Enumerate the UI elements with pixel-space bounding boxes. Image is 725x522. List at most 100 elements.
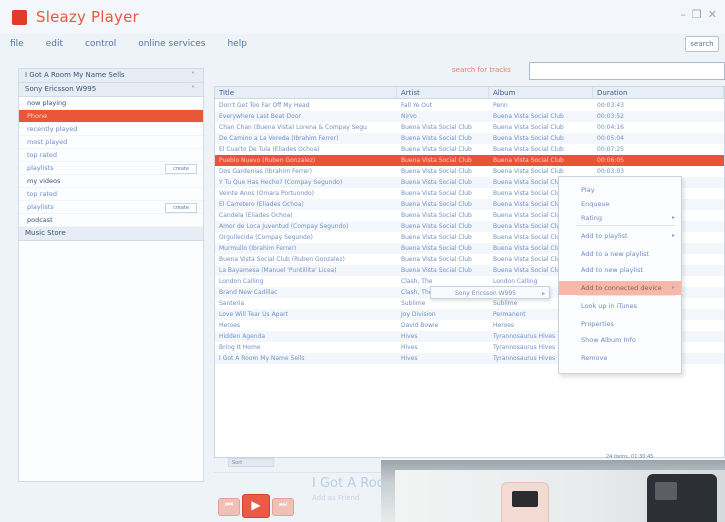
context-menu-item[interactable]: Add to a new playlist [559,247,681,261]
sidebar-section-header-device[interactable]: Sony Ericsson W995 ˄ [19,83,203,97]
sidebar-item[interactable]: top rated [19,188,203,201]
menu-online-services[interactable]: online services [138,39,205,49]
cell-artist: Buena Vista Social Club [401,146,472,153]
cell-title: Santeria [219,300,245,307]
cell-album: Buena Vista Social Club [493,113,564,120]
sidebar-item[interactable]: now playing [19,97,203,110]
context-menu-item[interactable]: Remove [559,351,681,365]
context-menu-item[interactable]: Show Album Info [559,333,681,347]
sidebar-section-header[interactable]: I Got A Room My Name Sells ˄ [19,69,203,83]
cell-duration: 00:07:25 [597,146,624,153]
close-icon[interactable]: ✕ [708,8,717,21]
cell-title: Hidden Agenda [219,333,266,340]
context-menu-item[interactable]: Properties [559,317,681,331]
now-playing-subtitle[interactable]: Add as Friend [312,494,359,502]
device-submenu-item[interactable]: Sony Ericsson W995 ▸ [430,286,550,299]
context-menu-item[interactable]: Add to playlist ▸ [559,229,681,243]
cell-title: El Cuarto De Tula (Eliades Ochoa) [219,146,320,153]
sidebar-item[interactable]: my videos [19,175,203,188]
table-row[interactable]: Pueblo Nuevo (Ruben Gonzalez) Buena Vista… [215,155,724,166]
sidebar-device-items: now playing Phone recently played most play… [19,97,203,227]
menu-control[interactable]: control [85,39,116,49]
create-playlist-button[interactable]: create [165,203,197,213]
chevron-right-icon: ▸ [541,290,545,297]
context-menu-item[interactable]: Add to new playlist [559,263,681,277]
cell-title: Don't Get Too Far Off My Head [219,102,310,109]
play-button[interactable]: ▶ [242,494,270,518]
sidebar-item[interactable]: Phone [19,110,203,123]
sidebar-item[interactable]: most played [19,136,203,149]
create-playlist-button[interactable]: create [165,164,197,174]
sidebar-item[interactable]: top rated [19,149,203,162]
next-button[interactable]: ⏭ [272,498,294,516]
cell-artist: Hives [401,355,418,362]
cell-artist: Buena Vista Social Club [401,234,472,241]
cell-artist: Buena Vista Social Club [401,267,472,274]
cell-artist: Nirvo [401,113,417,120]
column-header-title[interactable]: Title [215,87,397,99]
table-row[interactable]: El Cuarto De Tula (Eliades Ochoa) Buena V… [215,144,724,155]
window-controls: – ❐ ✕ [680,8,717,21]
table-row[interactable]: Everywhere Last Beat Door Nirvo Buena Vist… [215,111,724,122]
filter-input[interactable] [529,62,725,80]
sidebar-section-label: I Got A Room My Name Sells [25,71,125,79]
search-button[interactable]: search [685,36,719,52]
cell-artist: Fall Ye Out [401,102,433,109]
context-menu-item[interactable]: Look up in iTunes [559,299,681,313]
sidebar-item-label: playlists [27,164,54,172]
cell-title: Chan Chan (Buena Vista) Lorena & Compay … [219,124,367,131]
sidebar-item[interactable]: recently played [19,123,203,136]
chevron-up-icon[interactable]: ˄ [191,69,195,82]
context-menu: Play Enqueue Rating ▸ Add to playlist ▸ Add to… [558,176,682,374]
column-header-album[interactable]: Album [489,87,593,99]
context-menu-item[interactable]: Add to connected device ▸ [559,281,681,295]
app-logo-icon [12,10,27,25]
column-header-duration[interactable]: Duration [593,87,724,99]
cell-title: Amor de Loca Juventud (Compay Segundo) [219,223,349,230]
context-menu-item-label: Play [581,186,595,194]
context-menu-item[interactable]: Play [559,183,681,197]
menu-help[interactable]: help [227,39,246,49]
cell-artist: Buena Vista Social Club [401,201,472,208]
cell-title: Candela (Eliades Ochoa) [219,212,293,219]
sidebar-section-label: Music Store [25,229,66,237]
menu-edit[interactable]: edit [46,39,63,49]
cell-album: Penn [493,102,508,109]
table-row[interactable]: De Camino a La Vereda (Ibrahim Ferrer) Bu… [215,133,724,144]
cell-title: Y Tu Que Has Hecho? (Compay Segundo) [219,179,343,186]
cell-title: I Got A Room My Name Sells [219,355,305,362]
cell-title: Orgullecida (Compay Segundo) [219,234,313,241]
sort-button[interactable]: Sort [228,458,274,467]
previous-icon: ⏮ [224,500,234,510]
chevron-up-icon[interactable]: ˄ [191,83,195,96]
overlay-photo [381,458,725,522]
cell-title: Brand New Cadillac [219,289,278,296]
table-row[interactable]: Don't Get Too Far Off My Head Fall Ye Out… [215,100,724,111]
previous-button[interactable]: ⏮ [218,498,240,516]
sidebar-item-label: most played [27,138,68,146]
filter-label: search for tracks [452,66,511,74]
sidebar-item-label: playlists [27,203,54,211]
minimize-icon[interactable]: – [680,8,686,21]
context-menu-item[interactable]: Rating ▸ [559,211,681,225]
table-row[interactable]: Chan Chan (Buena Vista) Lorena & Compay … [215,122,724,133]
sidebar-item[interactable]: playlists create [19,201,203,214]
menu-file[interactable]: file [10,39,24,49]
app-window: Sleazy Player – ❐ ✕ file edit control on… [0,0,725,522]
cell-artist: Buena Vista Social Club [401,124,472,131]
cell-title: Murmullo (Ibrahim Ferrer) [219,245,297,252]
sidebar-item-label: podcast [27,216,53,224]
cell-duration: 00:03:43 [597,102,624,109]
context-menu-item-label: Enqueue [581,200,610,208]
context-menu-item-label: Show Album Info [581,336,636,344]
sidebar-item[interactable]: playlists create [19,162,203,175]
sidebar-item-label: now playing [27,99,67,107]
cell-artist: Hives [401,344,418,351]
maximize-icon[interactable]: ❐ [692,8,702,21]
sidebar-section-header-store[interactable]: Music Store [19,227,203,241]
sidebar-item[interactable]: podcast [19,214,203,227]
column-header-artist[interactable]: Artist [397,87,489,99]
cell-title: Bring It Home [219,344,261,351]
chevron-right-icon: ▸ [671,232,675,239]
context-menu-item[interactable]: Enqueue [559,197,681,211]
